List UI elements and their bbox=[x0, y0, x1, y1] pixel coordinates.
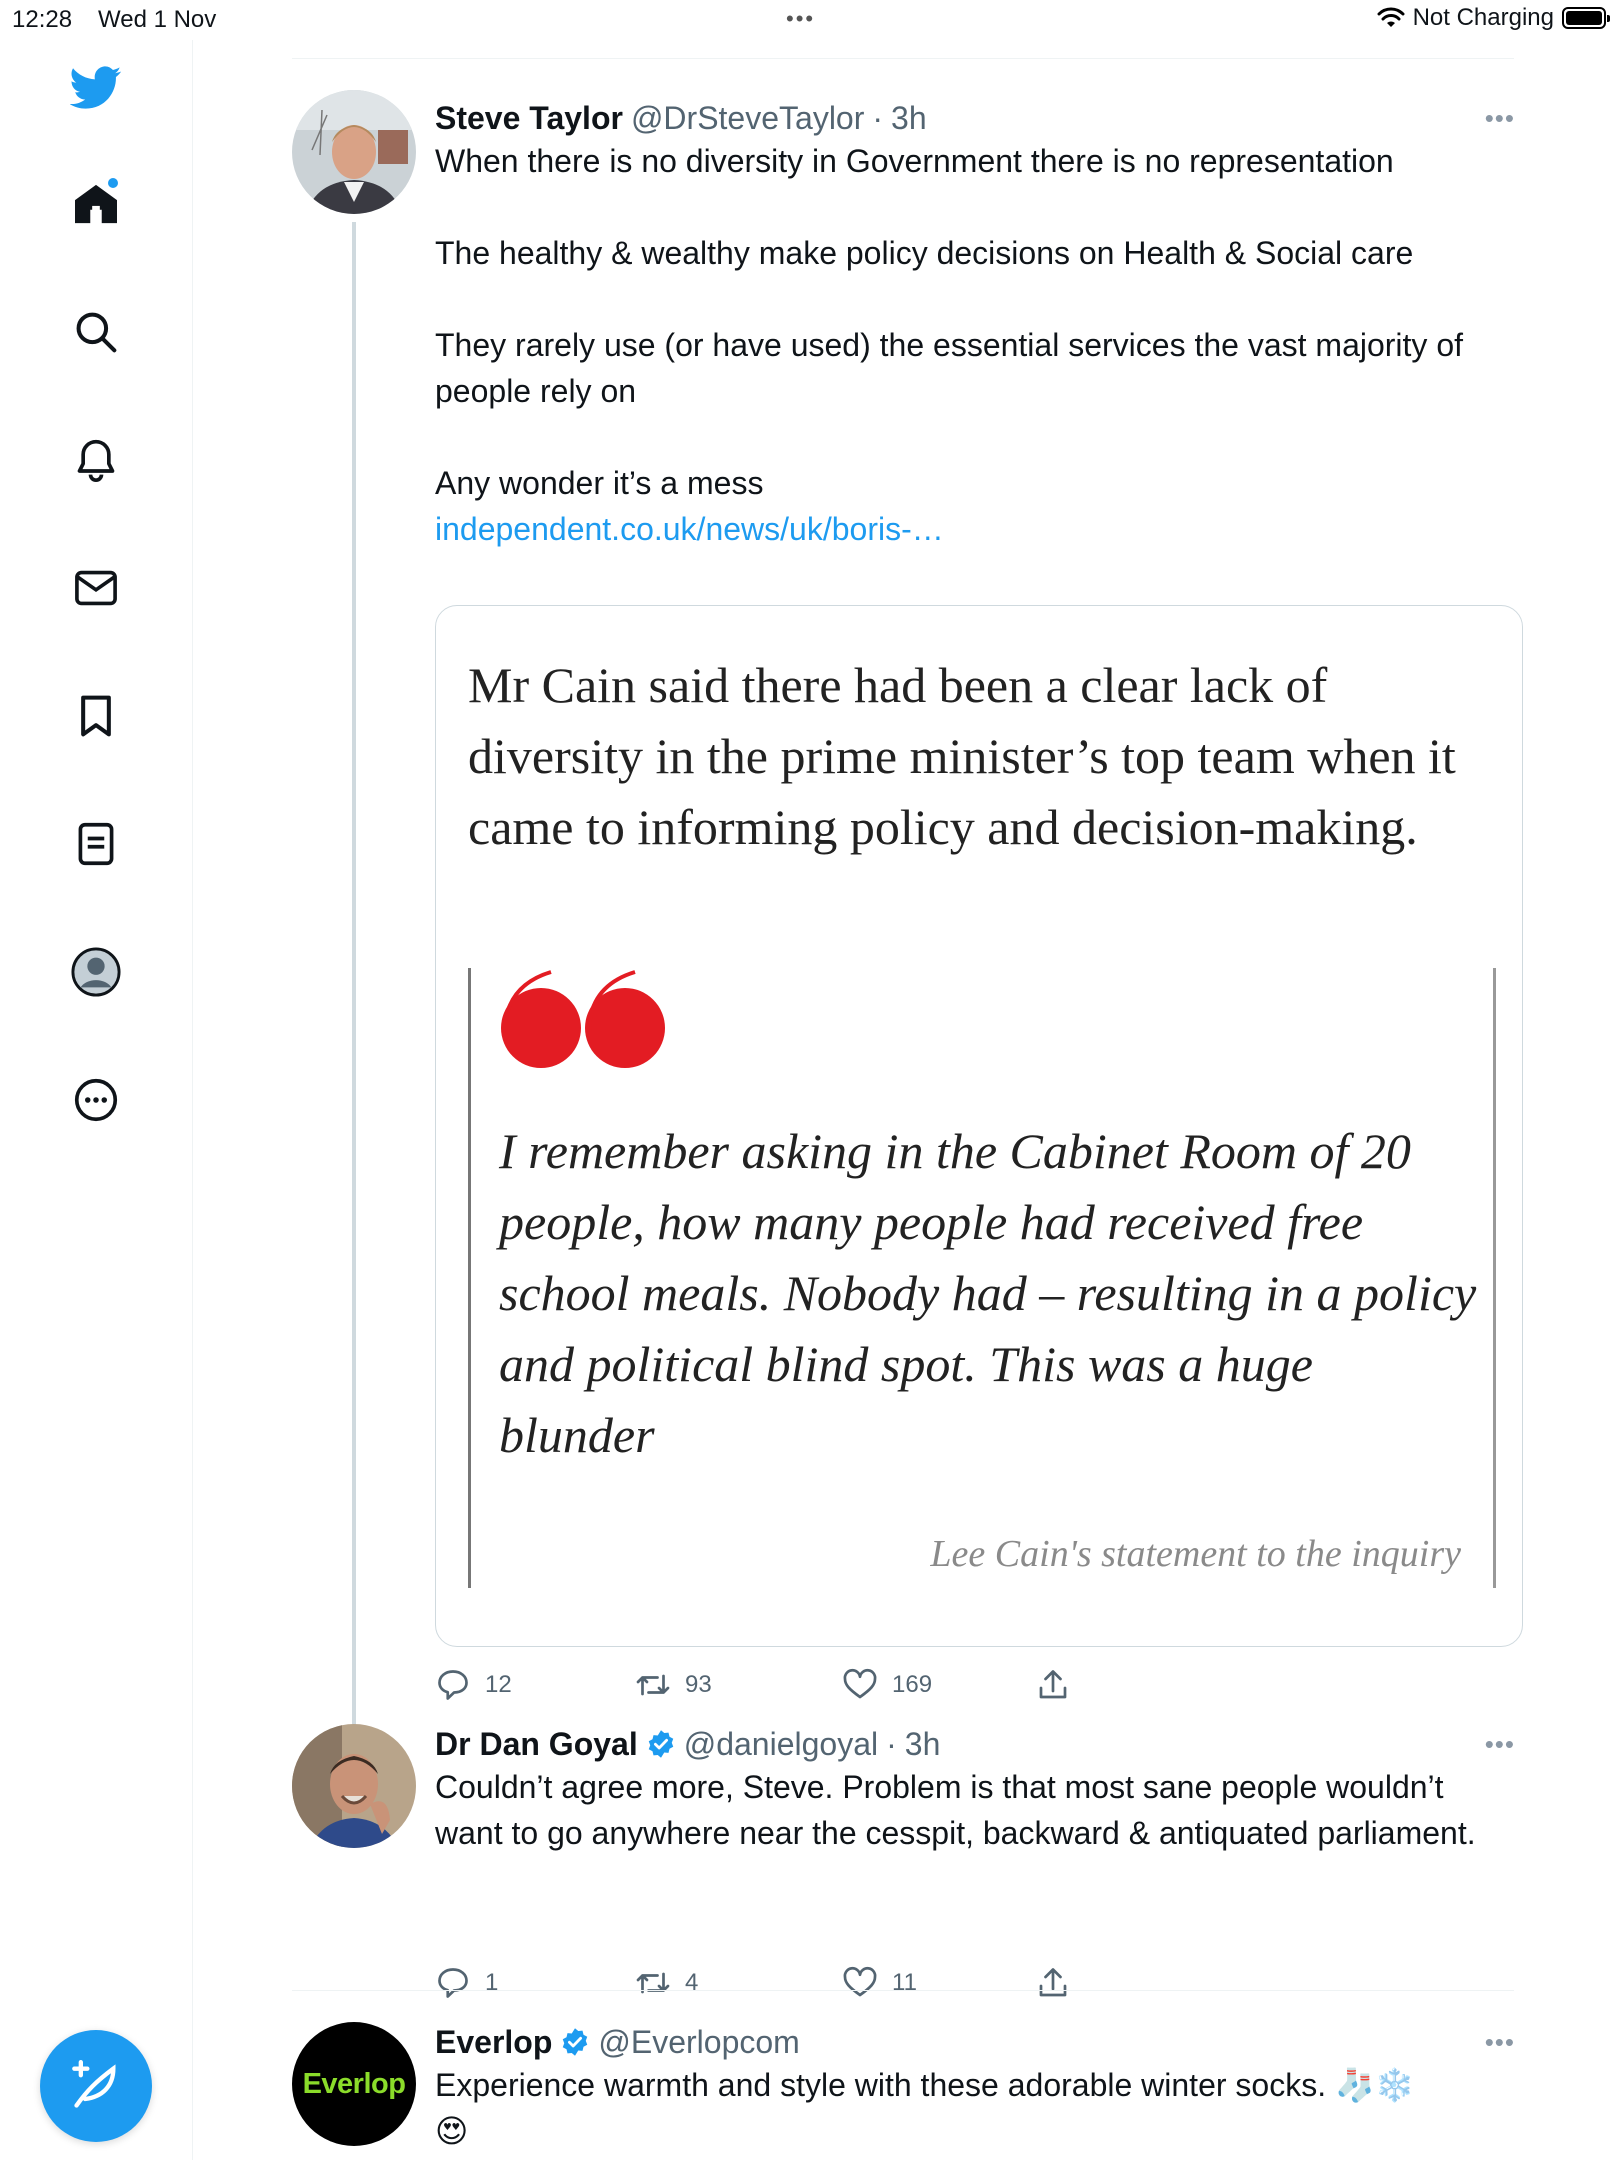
reply-button[interactable]: 1 bbox=[435, 1965, 498, 2001]
tweet-steve-taylor[interactable]: Steve Taylor @DrSteveTaylor · 3h ••• Whe… bbox=[292, 90, 1523, 1840]
like-button[interactable]: 11 bbox=[842, 1965, 917, 2001]
display-name[interactable]: Steve Taylor bbox=[435, 98, 623, 138]
tweet-text: Couldn’t agree more, Steve. Problem is t… bbox=[435, 1769, 1476, 1851]
tweet-paragraph: Any wonder it’s a mess bbox=[435, 465, 764, 501]
tweet-header: Steve Taylor @DrSteveTaylor · 3h ••• bbox=[435, 98, 1515, 138]
status-bar: 12:28 Wed 1 Nov ••• Not Charging bbox=[0, 0, 1620, 40]
like-count: 11 bbox=[892, 1969, 917, 1996]
timeline: Steve Taylor @DrSteveTaylor · 3h ••• Whe… bbox=[192, 40, 1620, 2160]
more-options-button[interactable]: ••• bbox=[1485, 98, 1515, 138]
reply-count: 12 bbox=[485, 1671, 512, 1698]
like-count: 169 bbox=[892, 1671, 933, 1698]
compose-tweet-button[interactable] bbox=[40, 2030, 152, 2142]
tweet-paragraph: The healthy & wealthy make policy decisi… bbox=[435, 235, 1414, 271]
card-lead-text: Mr Cain said there had been a clear lack… bbox=[468, 657, 1456, 855]
more-options-button[interactable]: ••• bbox=[1485, 2022, 1515, 2062]
quote-citation: Lee Cain's statement to the inquiry bbox=[930, 1533, 1461, 1575]
retweet-icon bbox=[636, 1674, 670, 1696]
tweet-everlop[interactable]: Everlop Everlop @Everlopcom ••• Experien… bbox=[292, 2022, 1514, 2162]
retweet-button[interactable]: 4 bbox=[635, 1965, 698, 2001]
separator: · bbox=[886, 1726, 897, 1762]
search-icon[interactable] bbox=[68, 304, 124, 360]
article-link[interactable]: independent.co.uk/news/uk/boris-… bbox=[435, 506, 1515, 552]
notification-dot bbox=[108, 178, 118, 188]
tweet-paragraph: They rarely use (or have used) the essen… bbox=[435, 327, 1463, 409]
compose-feather-icon bbox=[72, 2060, 116, 2108]
share-button[interactable] bbox=[1035, 1965, 1071, 2001]
avatar[interactable] bbox=[292, 90, 416, 214]
emoji: 😍 bbox=[435, 2113, 469, 2149]
battery-icon bbox=[1562, 7, 1610, 29]
username[interactable]: @DrSteveTaylor bbox=[631, 98, 864, 138]
tweet-paragraph: When there is no diversity in Government… bbox=[435, 143, 1394, 179]
charging-status: Not Charging bbox=[1412, 4, 1554, 31]
retweet-icon bbox=[636, 1972, 670, 1994]
verified-badge-icon bbox=[563, 2028, 588, 2056]
timestamp[interactable]: 3h bbox=[891, 98, 927, 138]
tweet-header: Everlop @Everlopcom ••• bbox=[435, 2022, 1515, 2062]
status-date: Wed 1 Nov bbox=[98, 6, 217, 33]
reply-icon bbox=[438, 1670, 468, 1700]
display-name[interactable]: Everlop bbox=[435, 2022, 552, 2062]
thread-line bbox=[352, 222, 356, 1840]
home-icon[interactable] bbox=[68, 176, 124, 232]
tweet-dan-goyal[interactable]: Dr Dan Goyal @danielgoyal · 3h ••• Could… bbox=[292, 1724, 1515, 1998]
quote-mark-icon bbox=[501, 970, 665, 1068]
reply-icon bbox=[438, 1968, 468, 1998]
profile-icon[interactable] bbox=[68, 944, 124, 1000]
share-button[interactable] bbox=[1035, 1667, 1071, 1703]
status-right: Not Charging bbox=[1377, 4, 1610, 32]
reply-count: 1 bbox=[485, 1969, 499, 1996]
pull-quote: I remember asking in the Cabinet Room of… bbox=[468, 968, 1496, 1588]
divider bbox=[292, 1990, 1514, 1991]
heart-icon bbox=[843, 1966, 877, 1997]
bell-icon[interactable] bbox=[68, 432, 124, 488]
mail-icon[interactable] bbox=[68, 560, 124, 616]
tweet-text: Experience warmth and style with these a… bbox=[435, 2067, 1415, 2103]
heart-icon bbox=[843, 1668, 877, 1699]
bookmark-icon[interactable] bbox=[68, 688, 124, 744]
verified-badge-icon bbox=[648, 1730, 673, 1758]
tweet-text: When there is no diversity in Government… bbox=[435, 138, 1515, 506]
more-circle-icon[interactable] bbox=[68, 1072, 124, 1128]
sidebar-nav bbox=[0, 40, 193, 2160]
username[interactable]: @danielgoyal bbox=[684, 1724, 878, 1764]
wifi-icon bbox=[1377, 7, 1405, 27]
like-button[interactable]: 169 bbox=[842, 1667, 932, 1703]
everlop-logo: Everlop bbox=[302, 2067, 406, 2100]
link-preview-card[interactable]: Mr Cain said there had been a clear lack… bbox=[435, 605, 1523, 1647]
lists-icon[interactable] bbox=[68, 816, 124, 872]
retweet-count: 4 bbox=[685, 1969, 699, 1996]
timestamp[interactable]: 3h bbox=[905, 1724, 941, 1764]
reply-button[interactable]: 12 bbox=[435, 1667, 512, 1703]
share-icon bbox=[1039, 1670, 1067, 1699]
tweet-actions: 1 4 11 bbox=[435, 1965, 1135, 2005]
separator: · bbox=[872, 100, 884, 136]
tweet-actions: 12 93 169 bbox=[435, 1667, 1135, 1707]
retweet-button[interactable]: 93 bbox=[635, 1667, 712, 1703]
quote-text: I remember asking in the Cabinet Room of… bbox=[499, 1123, 1477, 1463]
divider bbox=[292, 58, 1514, 59]
avatar[interactable] bbox=[292, 1724, 416, 1848]
status-time: 12:28 bbox=[12, 6, 73, 33]
display-name[interactable]: Dr Dan Goyal bbox=[435, 1724, 638, 1764]
multitasking-dots[interactable]: ••• bbox=[786, 6, 815, 32]
share-icon bbox=[1039, 1968, 1067, 1997]
tweet-header: Dr Dan Goyal @danielgoyal · 3h ••• bbox=[435, 1724, 1515, 1764]
username[interactable]: @Everlopcom bbox=[598, 2022, 799, 2062]
more-options-button[interactable]: ••• bbox=[1485, 1724, 1515, 1764]
avatar[interactable]: Everlop bbox=[292, 2022, 416, 2146]
twitter-bird-icon[interactable] bbox=[68, 60, 124, 116]
retweet-count: 93 bbox=[685, 1671, 712, 1698]
